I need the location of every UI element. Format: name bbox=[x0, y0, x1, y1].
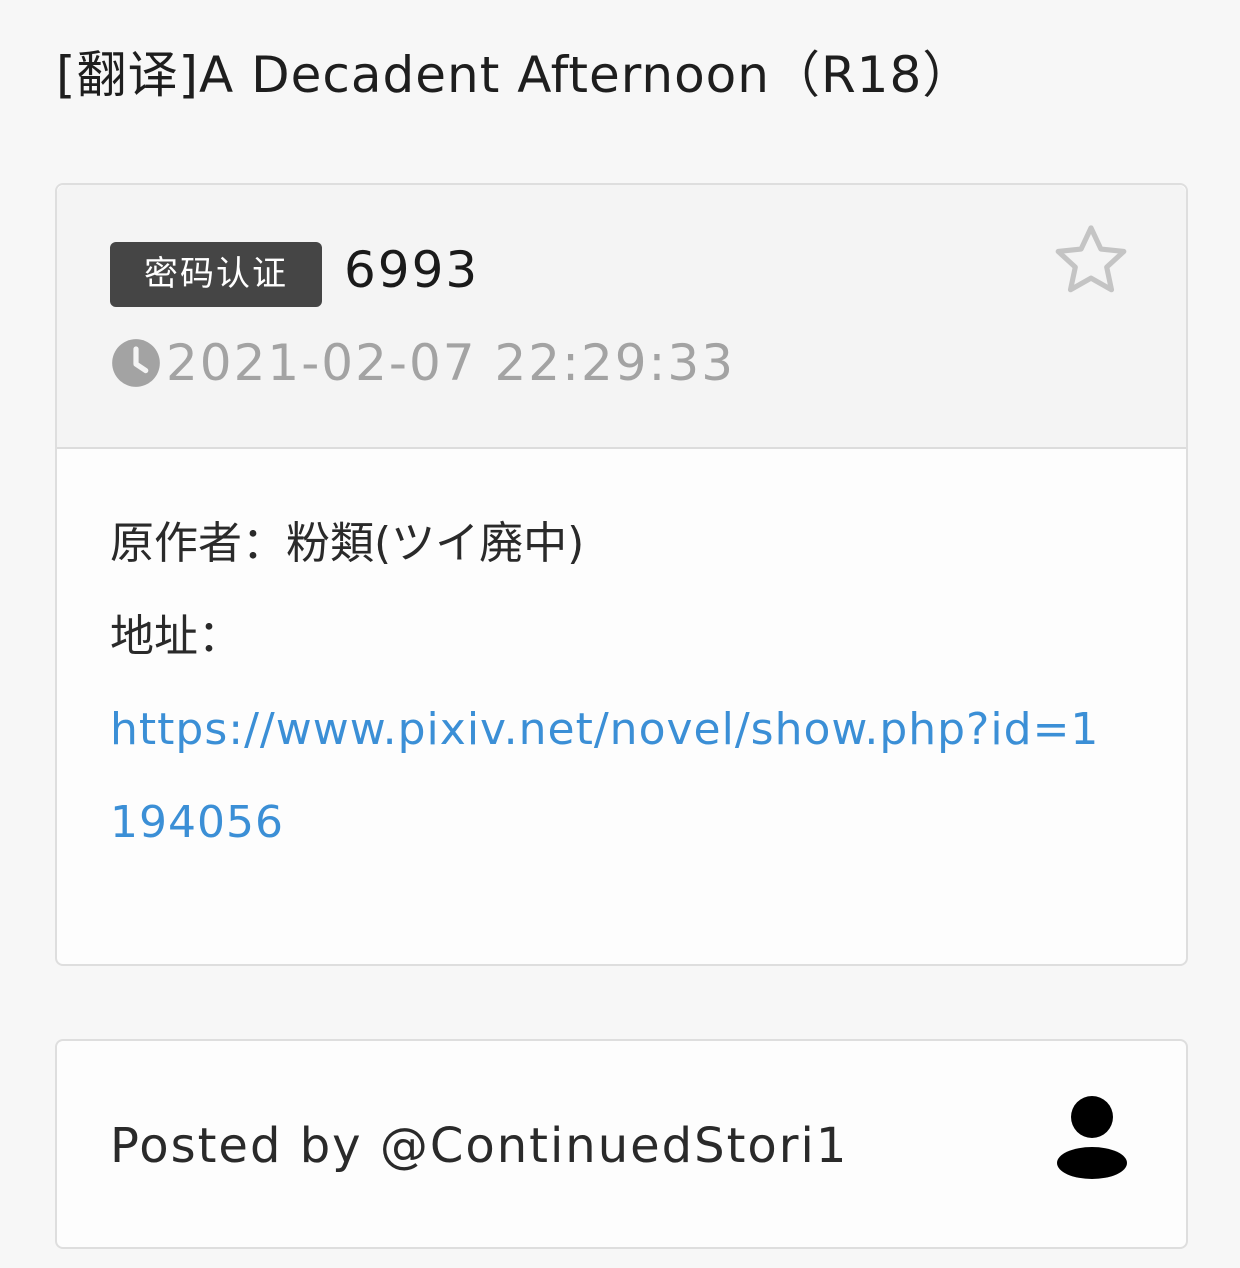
posted-by-text: Posted by @ContinuedStori1 bbox=[110, 1118, 849, 1174]
password-auth-badge: 密码认证 bbox=[110, 242, 322, 307]
password-value: 6993 bbox=[344, 241, 480, 299]
poster-card: Posted by @ContinuedStori1 bbox=[55, 1039, 1188, 1249]
original-author-line: 原作者：粉類(ツイ廃中) bbox=[110, 518, 585, 569]
page: [翻译]A Decadent Afternoon（R18） 密码认证 6993 … bbox=[0, 0, 1240, 1268]
page-title: [翻译]A Decadent Afternoon（R18） bbox=[56, 46, 974, 104]
address-label: 地址： bbox=[110, 611, 242, 662]
clock-icon bbox=[112, 339, 160, 387]
post-card-body: 原作者：粉類(ツイ廃中) 地址： https://www.pixiv.net/n… bbox=[57, 449, 1186, 869]
user-icon[interactable] bbox=[1056, 1093, 1128, 1183]
pixiv-link[interactable]: https://www.pixiv.net/novel/show.php?id=… bbox=[110, 683, 1110, 869]
post-card-header: 密码认证 6993 2021-02-07 22:29:33 bbox=[57, 185, 1186, 449]
timestamp-row: 2021-02-07 22:29:33 bbox=[110, 333, 735, 393]
post-card: 密码认证 6993 2021-02-07 22:29:33 原作者：粉類(ツイ廃… bbox=[55, 183, 1188, 966]
star-icon[interactable] bbox=[1050, 219, 1132, 301]
timestamp: 2021-02-07 22:29:33 bbox=[166, 334, 736, 392]
